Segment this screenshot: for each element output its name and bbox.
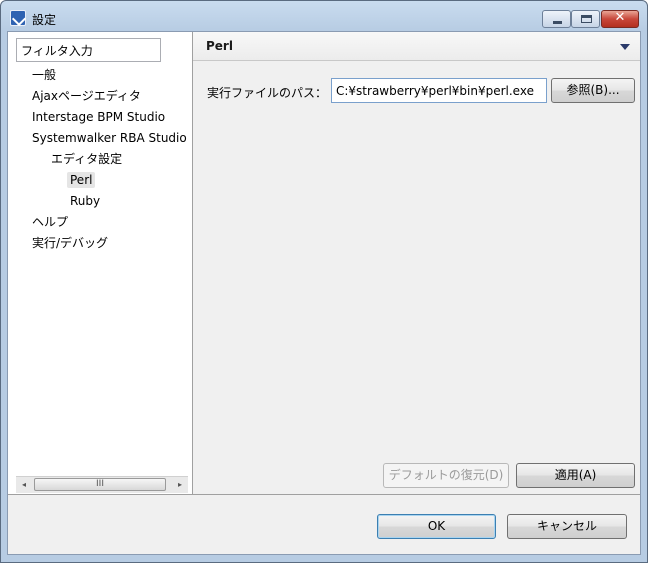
menu-dropdown-icon[interactable] [620, 44, 630, 50]
horizontal-scrollbar[interactable]: ◂ III ▸ [16, 476, 188, 493]
preference-page: Perl 実行ファイルのパス： 参照(B)... デフォルトの復元(D) 適用(… [193, 32, 640, 494]
close-button[interactable]: ✕ [601, 10, 639, 28]
preference-tree-panel: 一般 Ajaxページエディタ Interstage BPM Studio Sys… [8, 32, 193, 494]
dialog-client-area: 一般 Ajaxページエディタ Interstage BPM Studio Sys… [7, 31, 641, 555]
tree-item-interstage-bpm-studio[interactable]: Interstage BPM Studio [32, 108, 165, 126]
executable-path-label: 実行ファイルのパス： [207, 86, 328, 100]
button-bar-divider [8, 494, 640, 495]
scroll-left-icon[interactable]: ◂ [18, 479, 30, 491]
tree-item-systemwalker-rba-studio[interactable]: Systemwalker RBA Studio [32, 129, 187, 147]
tree-item-ruby[interactable]: Ruby [70, 192, 100, 210]
restore-defaults-button[interactable]: デフォルトの復元(D) [383, 463, 509, 488]
ok-button[interactable]: OK [377, 514, 496, 539]
app-icon [10, 10, 26, 26]
maximize-button[interactable] [571, 10, 600, 28]
window-title: 設定 [32, 13, 57, 27]
tree-item-editor-settings[interactable]: エディタ設定 [51, 150, 122, 168]
tree-item-help[interactable]: ヘルプ [32, 213, 68, 231]
apply-button[interactable]: 適用(A) [516, 463, 635, 488]
tree-item-run-debug[interactable]: 実行/デバッグ [32, 234, 108, 252]
page-header: Perl [193, 32, 640, 61]
close-icon: ✕ [614, 10, 626, 25]
executable-path-input[interactable] [331, 78, 547, 103]
filter-input[interactable] [16, 38, 161, 62]
browse-button[interactable]: 参照(B)... [551, 78, 635, 103]
tree-item-general[interactable]: 一般 [32, 66, 56, 84]
scrollbar-thumb[interactable]: III [34, 478, 166, 491]
minimize-icon [553, 21, 562, 24]
maximize-icon [581, 15, 592, 23]
cancel-button[interactable]: キャンセル [507, 514, 627, 539]
scroll-right-icon[interactable]: ▸ [174, 479, 186, 491]
tree-item-ajax-page-editor[interactable]: Ajaxページエディタ [32, 87, 141, 105]
page-title: Perl [206, 39, 233, 53]
tree-item-perl[interactable]: Perl [67, 171, 96, 189]
preferences-window: 設定 ✕ 一般 Ajaxページエディタ Interstage BPM Studi… [0, 0, 648, 563]
minimize-button[interactable] [542, 10, 571, 28]
title-bar[interactable]: 設定 ✕ [1, 1, 647, 31]
